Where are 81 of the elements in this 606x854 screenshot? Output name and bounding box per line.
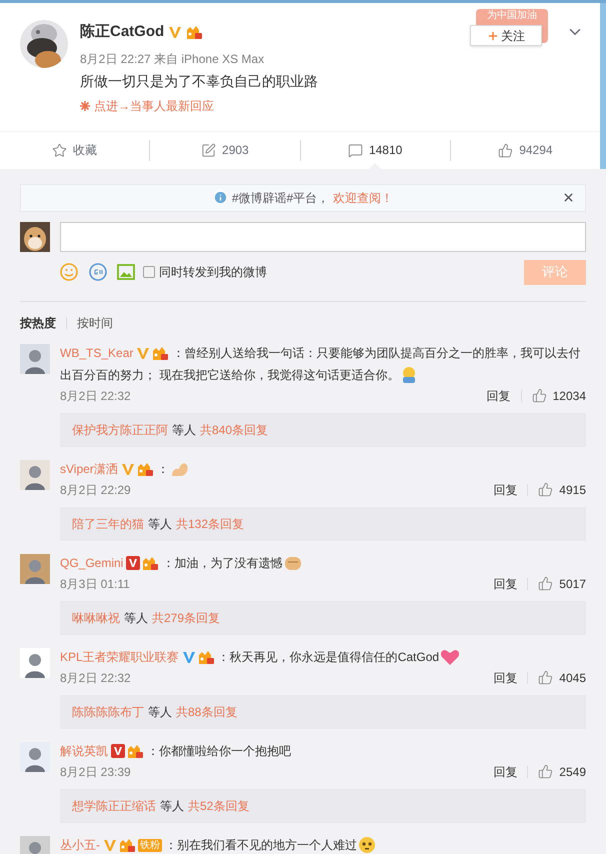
reply-suffix: 等人 [124,610,148,626]
user-avatar-icon [20,344,50,374]
post-text: 所做一切只是为了不辜负自己的职业路 [80,72,318,90]
verified-icon [126,556,140,570]
post-meta: 8月2日 22:27 来自 iPhone XS Max [80,50,266,68]
user-avatar-icon [20,554,50,584]
thumbs-up-icon [538,670,554,685]
reply-link[interactable]: 回复 [493,762,518,780]
member-crown-icon [198,650,215,665]
reply-suffix: 等人 [148,516,172,532]
thumbs-up-icon [538,482,554,497]
sort-tab[interactable]: 按热度 [20,314,56,332]
user-avatar-icon [20,742,50,772]
notice-link[interactable]: 欢迎查阅！ [333,188,394,206]
verified-icon [182,650,196,664]
like-button[interactable]: 2549 [538,762,586,780]
verified-icon [136,346,150,360]
comment-date: 8月2日 23:39 [60,764,131,780]
comment-text: 丛小五- 铁粉 ：别在我们看不见的地方一个人难过 [60,834,586,854]
like-button[interactable]: 5017 [538,574,586,592]
like-button[interactable]: 4045 [538,668,586,686]
member-crown-icon [119,838,136,853]
reply-suffix: 等人 [148,704,172,720]
user-avatar-icon [20,648,50,678]
verified-icon [120,462,135,476]
smiley-icon[interactable] [60,263,78,281]
comment-text: 解说英凯 ：你都懂啦给你一个抱抱吧 [60,742,292,761]
comment-date: 8月2日 22:29 [60,482,131,498]
comment-date: 8月2日 22:32 [60,670,131,686]
comment-icon [348,142,363,158]
reply-link[interactable]: 回复 [486,386,511,404]
plus-icon [487,30,499,42]
thumbs-up-icon [532,388,547,403]
gif-icon[interactable] [89,263,107,281]
user-avatar-icon [20,460,50,490]
sort-tab[interactable]: 按时间 [77,314,113,332]
comment-text: QG_Gemini ：加油，为了没有遗憾 [60,552,586,574]
comment-date: 8月3日 01:11 [60,576,130,592]
image-icon[interactable] [117,264,135,280]
sparkle-icon [80,100,90,110]
verified-icon [111,744,125,758]
banner-text: 为中国加油 [487,9,537,23]
thumbs-up-icon [538,764,554,779]
repost-checkbox[interactable] [143,266,155,278]
comment-text: WB_TS_Kear ：曾经别人送给我一句话：只要能够为团队提高百分之一的胜率，我可以去付出百分百的努力； 现在我把它送给你，我觉得这句话更适合你。 [60,342,586,386]
reply-link[interactable]: 回复 [493,574,518,592]
notice-text: #微博辟谣#平台， [232,190,330,206]
like-icon [498,142,514,158]
verified-icon [168,26,182,39]
verified-icon [103,838,117,852]
close-icon[interactable] [562,191,575,204]
reply-link[interactable]: 回复 [493,668,518,686]
follow-button[interactable]: 关注 [470,25,542,46]
action-button[interactable]: 94294 [498,141,553,159]
heart-icon [440,648,460,666]
repost-icon [201,142,216,158]
member-crown-icon [152,346,170,361]
action-button[interactable]: 2903 [201,141,249,159]
member-crown-icon [136,462,154,477]
repost-label: 同时转发到我的微博 [159,264,267,281]
comment-input-field[interactable] [60,222,586,252]
member-crown-icon [127,744,144,759]
reply-link[interactable]: 回复 [493,480,518,498]
action-button[interactable]: 收藏 [52,141,98,159]
author-name[interactable]: 陈正CatGod [80,21,164,44]
info-icon [212,190,228,205]
comment-text: KPL王者荣耀职业联赛 ：秋天再见，你永远是值得信任的CatGod [60,646,586,668]
latest-response-link[interactable]: 点进→当事人最新回应 [80,96,318,114]
reply-suffix: 等人 [160,798,184,814]
comment-text: sViper潇洒 ： [60,458,586,480]
favorite-icon [52,142,68,158]
action-button[interactable]: 14810 [348,141,402,159]
fist-icon [283,554,304,572]
reply-suffix: 等人 [172,422,196,438]
thumbs-up-icon [538,576,554,591]
fan-badge: 铁粉 [138,838,162,852]
awkward-face-icon [358,836,376,854]
member-crown-icon [142,556,160,571]
like-button[interactable]: 4915 [538,480,586,498]
like-button[interactable]: 12034 [532,386,586,404]
comment-date: 8月2日 22:32 [60,388,131,404]
